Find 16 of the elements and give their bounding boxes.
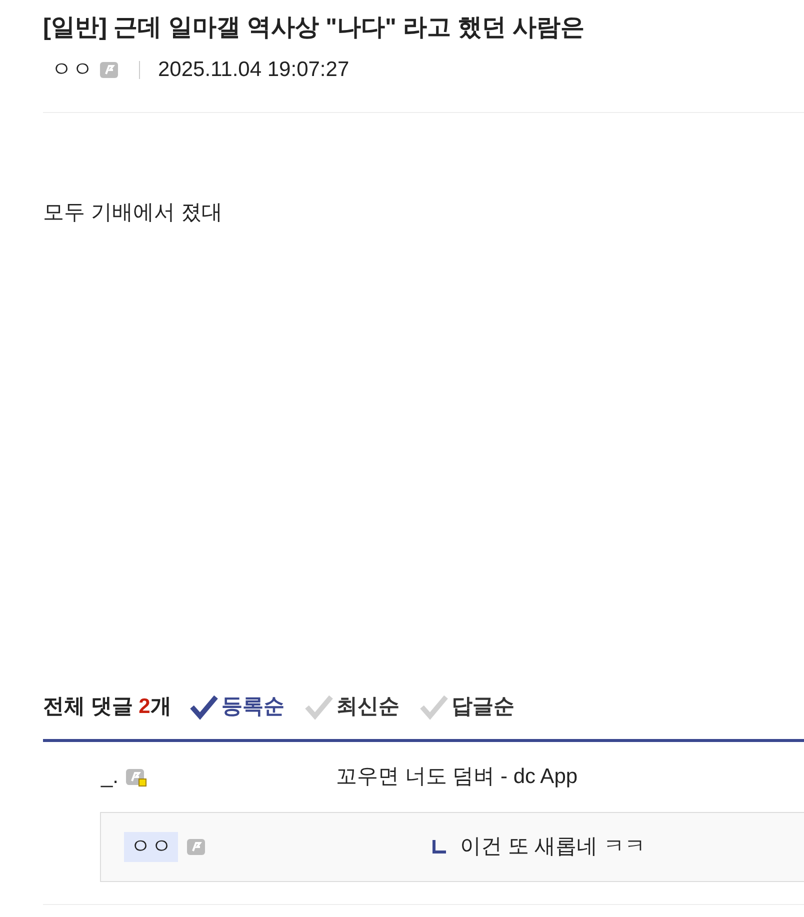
comment-text: 이건 또 새롭네 ㅋㅋ — [460, 834, 646, 860]
sort-option[interactable]: 최신순 — [304, 690, 400, 722]
check-icon — [419, 694, 450, 720]
post-body: 모두 기배에서 졌대 — [43, 200, 224, 226]
sort-option[interactable]: 등록순 — [189, 690, 284, 722]
check-icon — [189, 694, 220, 720]
post-title: [일반] 근데 일마갤 역사상 "나다" 라고 했던 사람은 — [43, 13, 586, 43]
sort-option[interactable]: 답글순 — [419, 690, 514, 722]
comment-author: ㅇㅇ — [124, 832, 178, 862]
comment-text: 꼬우면 너도 덤벼 - dc App — [336, 764, 578, 790]
comment-count: 전체 댓글 2개 — [43, 694, 172, 720]
author-name: ㅇㅇ — [51, 57, 93, 84]
comment-author: _. — [101, 764, 120, 790]
post-date: 2025.11.04 19:07:27 — [158, 57, 350, 84]
badge-icon — [99, 60, 121, 80]
check-icon — [304, 694, 334, 720]
